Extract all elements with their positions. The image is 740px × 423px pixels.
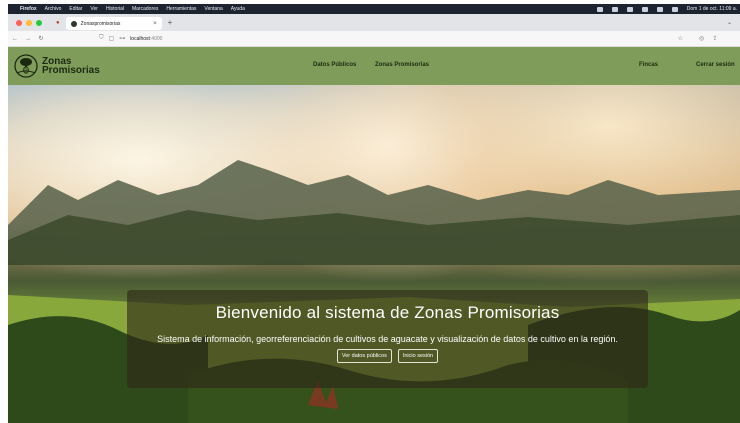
url-bar[interactable]: ⛉ ▢ ⊶ localhost:4000 ☆ (99, 33, 689, 44)
tab-title: Zonaspromisorias (80, 20, 121, 27)
nav-zonas-promisorias[interactable]: Zonas Promisorias (375, 62, 429, 68)
menu-ver[interactable]: Ver (90, 6, 98, 12)
nav-fincas[interactable]: Fincas (639, 62, 658, 68)
tab-close-icon[interactable]: × (153, 21, 157, 27)
zoom-window-button[interactable] (36, 19, 42, 26)
url-port: :4000 (149, 35, 163, 42)
forward-icon[interactable]: → (22, 36, 34, 42)
star-icon[interactable]: ☆ (678, 35, 683, 42)
welcome-title: Bienvenido al sistema de Zonas Promisori… (215, 303, 560, 322)
ver-datos-publicos-button[interactable]: Ver datos públicos (336, 349, 392, 363)
connection-icon[interactable]: ⊶ (119, 35, 125, 42)
pocket-icon[interactable]: ◎ (699, 35, 704, 42)
browser-toolbar: ← → ↻ ⛉ ▢ ⊶ localhost:4000 ☆ ◎ ⇪ (8, 31, 740, 47)
menu-firefox[interactable]: Firefox (20, 6, 37, 12)
menu-historial[interactable]: Historial (106, 6, 124, 12)
status-area: Dom 1 de oct. 11:09 a. (588, 6, 740, 12)
tab-list-chevron-icon[interactable]: ⌄ (727, 19, 732, 26)
tab-zonaspromisorias[interactable]: Zonaspromisorias × (65, 17, 162, 30)
nav-datos-publicos[interactable]: Datos Públicos (313, 62, 356, 68)
tab-favicon (70, 20, 77, 27)
brand-logo[interactable]: Zonas Promisorias (14, 54, 100, 78)
reload-icon[interactable]: ↻ (35, 35, 47, 42)
share-icon[interactable]: ⇪ (712, 35, 717, 42)
back-icon[interactable]: ← (9, 36, 21, 42)
tab-audio-icon: ● (56, 19, 60, 26)
inicio-sesion-button[interactable]: Inicio sesión (397, 349, 439, 363)
bluetooth-icon[interactable] (611, 6, 618, 12)
menu-editar[interactable]: Editar (69, 6, 82, 12)
menu-marcadores[interactable]: Marcadores (132, 6, 158, 12)
control-center-icon[interactable] (671, 6, 678, 12)
mountain-range (8, 160, 740, 265)
menu-ventana[interactable]: Ventana (204, 6, 222, 12)
page-icon[interactable]: ▢ (109, 35, 115, 42)
traffic-lights (16, 19, 42, 26)
nav-cerrar-sesion[interactable]: Cerrar sesión (696, 62, 735, 68)
menubar-clock[interactable]: Dom 1 de oct. 11:09 a. (687, 6, 737, 12)
avocado-tree-logo (14, 54, 38, 78)
app-header: Zonas Promisorias Datos Públicos Zonas P… (8, 47, 740, 85)
menu-ayuda[interactable]: Ayuda (231, 6, 245, 12)
brand-name: Zonas Promisorias (42, 57, 100, 76)
vpn-icon[interactable] (596, 6, 603, 12)
welcome-actions: Ver datos públicos Inicio sesión (127, 349, 648, 363)
search-icon[interactable] (656, 6, 663, 12)
close-window-button[interactable] (16, 19, 22, 26)
welcome-panel: Bienvenido al sistema de Zonas Promisori… (127, 290, 648, 388)
minimize-window-button[interactable] (26, 19, 32, 26)
brand-line-2: Promisorias (42, 65, 100, 76)
new-tab-button[interactable]: + (168, 18, 173, 27)
wifi-icon[interactable] (641, 6, 648, 12)
url-text[interactable]: localhost:4000 (130, 36, 162, 42)
macos-menu-bar: Firefox Archivo Editar Ver Historial Mar… (8, 4, 740, 14)
menu-herramientas[interactable]: Herramientas (166, 6, 196, 12)
tab-strip: ● Zonaspromisorias × + ⌄ (8, 14, 740, 31)
toolbar-right: ◎ ⇪ (699, 35, 717, 42)
battery-icon[interactable] (626, 6, 633, 12)
url-host: localhost (130, 35, 150, 42)
menu-archivo[interactable]: Archivo (45, 6, 62, 12)
shield-icon[interactable]: ⛉ (99, 35, 104, 42)
welcome-description: Sistema de información, georreferenciaci… (157, 334, 618, 344)
hero-landscape: Bienvenido al sistema de Zonas Promisori… (8, 85, 740, 423)
